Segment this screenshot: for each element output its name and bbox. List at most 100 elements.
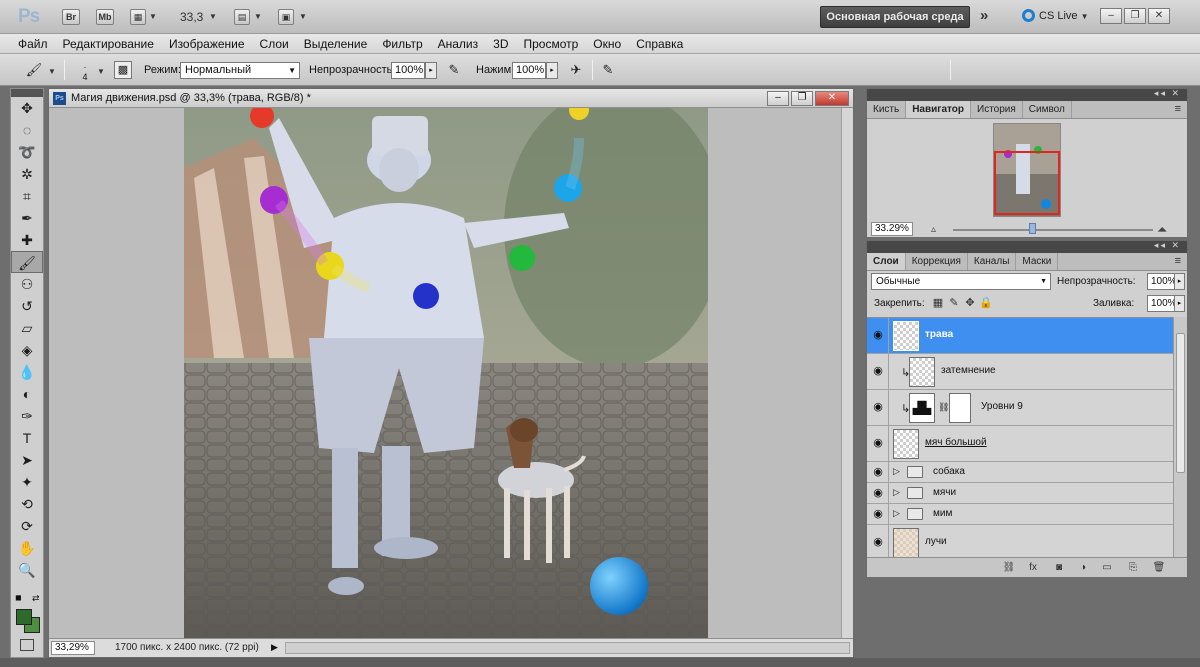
fill-toggle[interactable]: ▸ <box>1174 295 1185 312</box>
layer-group-mime[interactable]: ◉ ▷ мим <box>867 504 1173 525</box>
zoom-tool-icon[interactable]: 🔍 <box>11 559 43 581</box>
3d-rotate-tool-icon[interactable]: ⟲ <box>11 493 43 515</box>
mask-link-icon[interactable]: ⛓ <box>938 402 949 413</box>
new-layer-icon[interactable]: ⎘ <box>1125 561 1141 575</box>
tab-history[interactable]: История <box>971 101 1023 118</box>
visibility-eye-icon[interactable]: ◉ <box>871 328 885 342</box>
layer-group-dog[interactable]: ◉ ▷ собака <box>867 462 1173 483</box>
menu-file[interactable]: Файл <box>18 37 48 51</box>
eraser-tool-icon[interactable]: ▱ <box>11 317 43 339</box>
layer-row-zatemnenie[interactable]: ◉ ↳ затемнение <box>867 354 1173 390</box>
lock-position-icon[interactable]: ✥ <box>963 296 977 310</box>
crop-tool-icon[interactable]: ⌗ <box>11 185 43 207</box>
screen-mode-dropdown-icon[interactable]: ▼ <box>299 12 307 21</box>
status-zoom-input[interactable]: 33,29% <box>51 641 95 655</box>
swap-colors-icon[interactable]: ⇄ <box>32 593 40 604</box>
restore-button[interactable]: ❐ <box>1124 8 1146 24</box>
extras-dropdown-icon[interactable]: ▼ <box>149 12 157 21</box>
vertical-scrollbar[interactable] <box>841 108 853 638</box>
layer-row-ball-big[interactable]: ◉ мяч большой <box>867 426 1173 462</box>
pressure-slider-toggle[interactable]: ▸ <box>546 62 558 79</box>
cs-live-button[interactable]: CS Live ▼ <box>1022 9 1089 22</box>
visibility-eye-icon[interactable]: ◉ <box>871 436 885 450</box>
menu-help[interactable]: Справка <box>636 37 683 51</box>
blur-tool-icon[interactable]: 💧 <box>11 361 43 383</box>
menu-window[interactable]: Окно <box>593 37 621 51</box>
brush-tool-icon[interactable]: 🖌 <box>11 251 43 273</box>
scroll-thumb[interactable] <box>1176 333 1185 473</box>
quick-mask-icon[interactable] <box>20 639 34 651</box>
history-brush-tool-icon[interactable]: ↺ <box>11 295 43 317</box>
expand-triangle-icon[interactable]: ▷ <box>893 487 900 498</box>
menu-analysis[interactable]: Анализ <box>438 37 479 51</box>
delete-layer-icon[interactable]: 🗑 <box>1151 561 1167 575</box>
visibility-eye-icon[interactable]: ◉ <box>871 465 885 479</box>
view-proxy-box[interactable] <box>994 151 1060 215</box>
zoom-slider-knob[interactable] <box>1029 223 1036 234</box>
lock-pixels-icon[interactable]: ✎ <box>947 296 961 310</box>
opacity-slider-toggle[interactable]: ▸ <box>425 62 437 79</box>
workspace-more-icon[interactable]: » <box>980 7 988 24</box>
screen-mode-icon[interactable]: ▣ <box>278 9 294 25</box>
navigator-thumbnail[interactable] <box>993 123 1061 217</box>
lock-all-icon[interactable]: 🔒 <box>979 296 993 310</box>
link-layers-icon[interactable]: ⛓ <box>1001 561 1017 575</box>
visibility-eye-icon[interactable]: ◉ <box>871 535 885 549</box>
foreground-color-swatch[interactable] <box>16 609 32 625</box>
arrange-dropdown-icon[interactable]: ▼ <box>254 12 262 21</box>
document-info[interactable]: 1700 пикс. x 2400 пикс. (72 ppi) <box>115 642 265 653</box>
zoom-out-icon[interactable]: ▵ <box>931 224 936 235</box>
tab-adjustments[interactable]: Коррекция <box>906 253 968 270</box>
close-button[interactable]: ✕ <box>1148 8 1170 24</box>
canvas-area[interactable] <box>49 108 853 638</box>
lasso-tool-icon[interactable]: ➰ <box>11 141 43 163</box>
menu-view[interactable]: Просмотр <box>523 37 578 51</box>
lock-transparency-icon[interactable]: ▦ <box>931 296 945 310</box>
menu-filter[interactable]: Фильтр <box>382 37 422 51</box>
shape-tool-icon[interactable]: ✦ <box>11 471 43 493</box>
expand-triangle-icon[interactable]: ▷ <box>893 466 900 477</box>
extras-icon[interactable]: ▦ <box>130 9 146 25</box>
tab-character[interactable]: Символ <box>1023 101 1072 118</box>
move-tool-icon[interactable]: ✥ <box>11 97 43 119</box>
zoom-in-icon[interactable]: ⏶ <box>1157 222 1167 238</box>
collapse-icon[interactable]: ◂◂ ✕ <box>1154 240 1181 251</box>
menu-select[interactable]: Выделение <box>304 37 368 51</box>
layer-row-rays[interactable]: ◉ лучи <box>867 525 1173 561</box>
visibility-eye-icon[interactable]: ◉ <box>871 507 885 521</box>
tablet-size-icon[interactable]: ✎ <box>598 61 618 80</box>
blend-mode-select[interactable]: Обычные ▼ <box>871 273 1051 290</box>
default-colors-icon[interactable]: ◼ <box>15 593 22 602</box>
panel-header[interactable]: ◂◂ ✕ <box>867 88 1187 101</box>
tab-layers[interactable]: Слои <box>867 253 906 270</box>
opacity-input[interactable]: 100% <box>391 62 425 79</box>
visibility-eye-icon[interactable]: ◉ <box>871 400 885 414</box>
panel-menu-icon[interactable]: ≡ <box>1175 255 1181 267</box>
path-select-tool-icon[interactable]: ➤ <box>11 449 43 471</box>
dodge-tool-icon[interactable]: ◐ <box>11 383 43 405</box>
hand-tool-icon[interactable]: ✋ <box>11 537 43 559</box>
menu-edit[interactable]: Редактирование <box>63 37 154 51</box>
minimize-button[interactable]: – <box>1100 8 1122 24</box>
layers-scrollbar[interactable] <box>1173 317 1187 557</box>
zoom-slider[interactable] <box>953 229 1153 231</box>
bucket-tool-icon[interactable]: ◈ <box>11 339 43 361</box>
quick-select-tool-icon[interactable]: ✲ <box>11 163 43 185</box>
layer-opacity-input[interactable]: 100% <box>1147 273 1177 290</box>
expand-triangle-icon[interactable]: ▷ <box>893 508 900 519</box>
doc-close-button[interactable]: ✕ <box>815 91 849 106</box>
panel-grip[interactable] <box>11 89 43 97</box>
layer-row-trava[interactable]: ◉ трава <box>867 318 1173 354</box>
add-mask-icon[interactable]: ◙ <box>1051 561 1067 575</box>
mode-select[interactable]: Нормальный ▼ <box>180 62 300 79</box>
layer-style-icon[interactable]: fx <box>1025 561 1041 575</box>
mini-bridge-button[interactable]: Mb <box>96 9 114 25</box>
eyedropper-tool-icon[interactable]: ✒ <box>11 207 43 229</box>
zoom-level[interactable]: 33,3 <box>180 10 203 24</box>
workspace-button[interactable]: Основная рабочая среда <box>820 6 970 28</box>
airbrush-icon[interactable]: ✈ <box>566 61 586 80</box>
document-tab[interactable]: Ps Магия движения.psd @ 33,3% (трава, RG… <box>49 89 853 108</box>
status-menu-arrow-icon[interactable]: ▶ <box>271 642 278 653</box>
doc-minimize-button[interactable]: – <box>767 91 789 106</box>
arrange-docs-icon[interactable]: ▤ <box>234 9 250 25</box>
